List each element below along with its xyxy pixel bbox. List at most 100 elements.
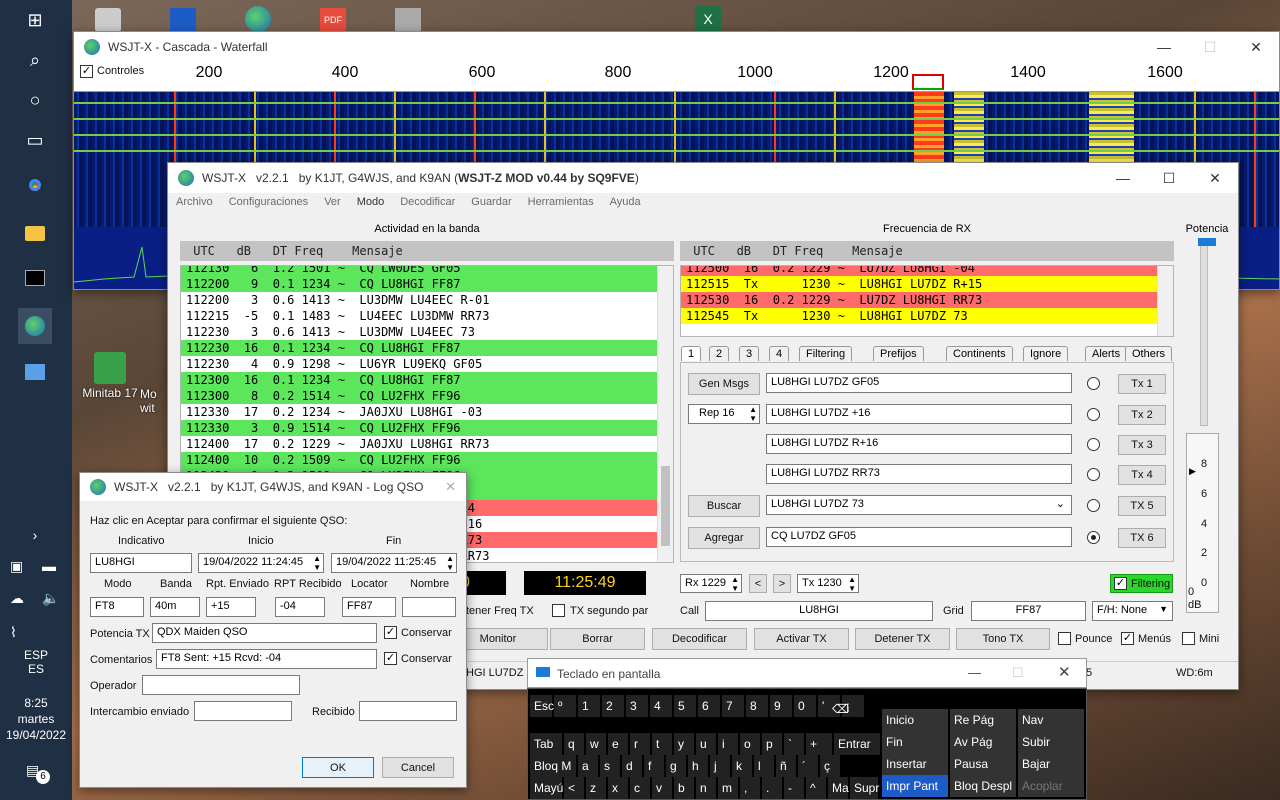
tab-continents[interactable]: Continents bbox=[946, 346, 1013, 361]
key-2[interactable]: 1 bbox=[578, 695, 600, 717]
key-0[interactable]: Esc bbox=[530, 695, 554, 717]
tab-filtering[interactable]: Filtering bbox=[799, 346, 853, 361]
key-5[interactable]: v bbox=[652, 777, 672, 799]
close-button[interactable]: ✕ bbox=[1233, 32, 1279, 62]
wifi-icon[interactable]: ⌇ bbox=[10, 624, 17, 641]
nav-key[interactable]: Nav bbox=[1018, 709, 1084, 731]
menu-modo[interactable]: Modo bbox=[349, 193, 393, 215]
key-2[interactable]: s bbox=[600, 755, 620, 777]
chevron-up-icon[interactable]: › bbox=[20, 520, 50, 550]
menu-decodificar[interactable]: Decodificar bbox=[392, 193, 463, 215]
comentarios-field[interactable]: FT8 Sent: +15 Rcvd: -04 bbox=[156, 649, 377, 669]
list-item[interactable]: 112200 3 0.6 1413 ~ LU3DMW LU4EEC R-01 bbox=[181, 292, 673, 308]
key-8[interactable]: k bbox=[732, 755, 752, 777]
key-10[interactable]: p bbox=[762, 733, 782, 755]
key-6[interactable]: 5 bbox=[674, 695, 696, 717]
key-2[interactable]: w bbox=[586, 733, 606, 755]
list-item[interactable]: 112200 9 0.1 1234 ~ CQ LU8HGI FF87 bbox=[181, 276, 673, 292]
key-9[interactable]: , bbox=[740, 777, 760, 799]
close-button[interactable]: ✕ bbox=[1192, 163, 1238, 193]
tx4-message-field[interactable]: LU8HGI LU7DZ RR73 bbox=[766, 464, 1072, 484]
nav-key[interactable]: Re Pág bbox=[950, 709, 1016, 731]
tx4-radio[interactable] bbox=[1087, 468, 1100, 481]
key-4[interactable]: f bbox=[644, 755, 664, 777]
key-13[interactable]: Ma bbox=[828, 777, 849, 799]
language-indicator[interactable]: ESP ES bbox=[0, 648, 72, 676]
nav-key[interactable]: Bajar bbox=[1018, 753, 1084, 775]
list-item[interactable]: 112300 8 0.2 1514 ~ CQ LU2FHX FF96 bbox=[181, 388, 673, 404]
rx-frequency-list[interactable]: 112500 16 0.2 1229 ~ LU7DZ LU8HGI -04 112… bbox=[680, 265, 1174, 337]
nav-key[interactable]: Inicio bbox=[882, 709, 948, 731]
key-3[interactable]: d bbox=[622, 755, 642, 777]
pdf-icon[interactable]: PDF bbox=[320, 8, 346, 32]
key-0[interactable]: Tab bbox=[530, 733, 562, 755]
tx5-button[interactable]: TX 5 bbox=[1118, 496, 1166, 516]
key-3[interactable]: x bbox=[608, 777, 628, 799]
menu-ayuda[interactable]: Ayuda bbox=[602, 193, 649, 215]
filtering-toggle[interactable]: ✓ Filtering bbox=[1110, 574, 1173, 593]
list-item[interactable]: 112215 -5 0.1 1483 ~ LU4EEC LU3DMW RR73 bbox=[181, 308, 673, 324]
ok-button[interactable]: OK bbox=[302, 757, 374, 778]
key-3[interactable]: 2 bbox=[602, 695, 624, 717]
borrar-button[interactable]: Borrar bbox=[550, 628, 645, 650]
maximize-button[interactable]: ☐ bbox=[1012, 665, 1024, 681]
key-12[interactable]: + bbox=[806, 733, 832, 755]
nav-key[interactable]: Subir bbox=[1018, 731, 1084, 753]
list-item[interactable]: 112300 16 0.1 1234 ~ CQ LU8HGI FF87 bbox=[181, 372, 673, 388]
menus-checkbox[interactable]: ✓ bbox=[1121, 632, 1134, 645]
tab-prefijos[interactable]: Prefijos bbox=[873, 346, 924, 361]
volume-icon[interactable]: 🔈 bbox=[42, 590, 59, 607]
rx-scrollbar[interactable] bbox=[1157, 266, 1173, 336]
conservar-potencia-checkbox[interactable]: ✓ bbox=[384, 626, 397, 639]
key-1[interactable]: a bbox=[578, 755, 598, 777]
key-0[interactable]: Bloq M bbox=[530, 755, 576, 777]
tx3-message-field[interactable]: LU8HGI LU7DZ R+16 bbox=[766, 434, 1072, 454]
tx6-radio[interactable] bbox=[1087, 531, 1100, 544]
spin-arrows-icon[interactable]: ▲ ▼ bbox=[446, 554, 454, 572]
tx3-radio[interactable] bbox=[1087, 438, 1100, 451]
list-item[interactable]: 112530 16 0.2 1229 ~ LU7DZ LU8HGI RR73 bbox=[681, 292, 1173, 308]
tono-tx-button[interactable]: Tono TX bbox=[956, 628, 1050, 650]
chrome-icon[interactable] bbox=[20, 170, 50, 200]
key-3[interactable]: e bbox=[608, 733, 628, 755]
tab-ignore[interactable]: Ignore bbox=[1023, 346, 1069, 361]
close-button[interactable]: ✕ bbox=[1058, 663, 1071, 681]
tx5-message-field[interactable]: LU8HGI LU7DZ 73 ⌄ bbox=[766, 495, 1072, 515]
key-13[interactable]: Entrar bbox=[834, 733, 880, 755]
list-item[interactable]: 112330 17 0.2 1234 ~ JA0JXU LU8HGI -03 bbox=[181, 404, 673, 420]
key-12[interactable]: ç bbox=[820, 755, 840, 777]
key-4[interactable]: c bbox=[630, 777, 650, 799]
notification-icon[interactable]: ▤ 6 bbox=[26, 762, 50, 784]
key-7[interactable]: u bbox=[696, 733, 716, 755]
key-9[interactable]: l bbox=[754, 755, 774, 777]
desktop-icon-partial[interactable]: Mo wit bbox=[140, 387, 168, 415]
key-11[interactable]: - bbox=[784, 777, 804, 799]
mini-checkbox[interactable] bbox=[1182, 632, 1195, 645]
tx-freq-spinbox[interactable]: Tx 1230 ▲ ▼ bbox=[797, 574, 859, 593]
wsjtx-desktop-icon[interactable] bbox=[245, 6, 271, 32]
tray-icon-1[interactable]: ▣ bbox=[10, 558, 23, 575]
key-5[interactable]: g bbox=[666, 755, 686, 777]
wsjtx-taskbar-icon[interactable] bbox=[18, 308, 52, 344]
decodificar-button[interactable]: Decodificar bbox=[652, 628, 747, 650]
spin-arrows-icon[interactable]: ▲ ▼ bbox=[749, 405, 757, 423]
menu-ver[interactable]: Ver bbox=[316, 193, 349, 215]
list-item[interactable]: 112515 Tx 1230 ~ LU8HGI LU7DZ R+15 bbox=[681, 276, 1173, 292]
menu-configuraciones[interactable]: Configuraciones bbox=[221, 193, 317, 215]
key-4[interactable]: r bbox=[630, 733, 650, 755]
tx-rx-marker[interactable] bbox=[912, 74, 944, 90]
buscar-button[interactable]: Buscar bbox=[688, 495, 760, 517]
maximize-button[interactable]: ☐ bbox=[1187, 32, 1233, 62]
log-qso-titlebar[interactable]: WSJT-X v2.2.1 by K1JT, G4WJS, and K9AN -… bbox=[80, 473, 466, 501]
band-scrollbar[interactable] bbox=[657, 266, 673, 562]
tx-second-checkbox[interactable] bbox=[552, 604, 565, 617]
key-4[interactable]: 3 bbox=[626, 695, 648, 717]
start-icon[interactable]: ⊞ bbox=[20, 5, 50, 35]
tab-others[interactable]: Others bbox=[1125, 346, 1173, 361]
minitab-desktop-icon[interactable]: Minitab 17 bbox=[75, 352, 145, 400]
key-12[interactable]: ^ bbox=[806, 777, 826, 799]
key-7[interactable]: n bbox=[696, 777, 716, 799]
battery-icon[interactable]: ▬ bbox=[42, 558, 56, 574]
tab-3[interactable]: 3 bbox=[739, 346, 760, 361]
list-item[interactable]: 112230 16 0.1 1234 ~ CQ LU8HGI FF87 bbox=[181, 340, 673, 356]
